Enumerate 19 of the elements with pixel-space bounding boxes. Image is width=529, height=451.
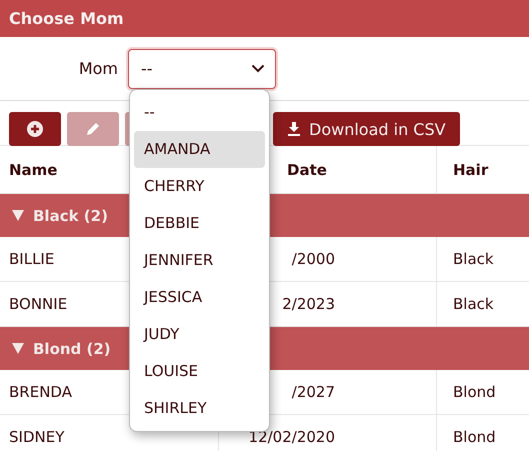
table-cell: BILLIE: [9, 250, 54, 268]
table-cell: Blond: [453, 428, 496, 446]
table-cell: Black: [453, 250, 494, 268]
group-label: Blond (2): [33, 340, 111, 358]
table-cell: Black: [453, 295, 494, 313]
table-cell-text: /2000: [290, 250, 335, 268]
table-cell-text: /2027: [290, 383, 335, 401]
table-cell: BRENDA: [9, 383, 72, 401]
table-cell-text: 2/2023: [281, 295, 335, 313]
panel-title: Choose Mom: [9, 9, 124, 28]
column-header: Hair: [453, 160, 488, 178]
column-header: Date: [287, 160, 327, 178]
group-label: Black (2): [33, 206, 108, 224]
table-cell: Blond: [453, 383, 496, 401]
table-cell-text: 12/02/2020: [248, 428, 335, 446]
table-cell: SIDNEY: [9, 428, 64, 446]
field-label: Mom: [78, 59, 119, 78]
table-cell: BONNIE: [9, 295, 68, 313]
column-header: Name: [9, 160, 58, 178]
